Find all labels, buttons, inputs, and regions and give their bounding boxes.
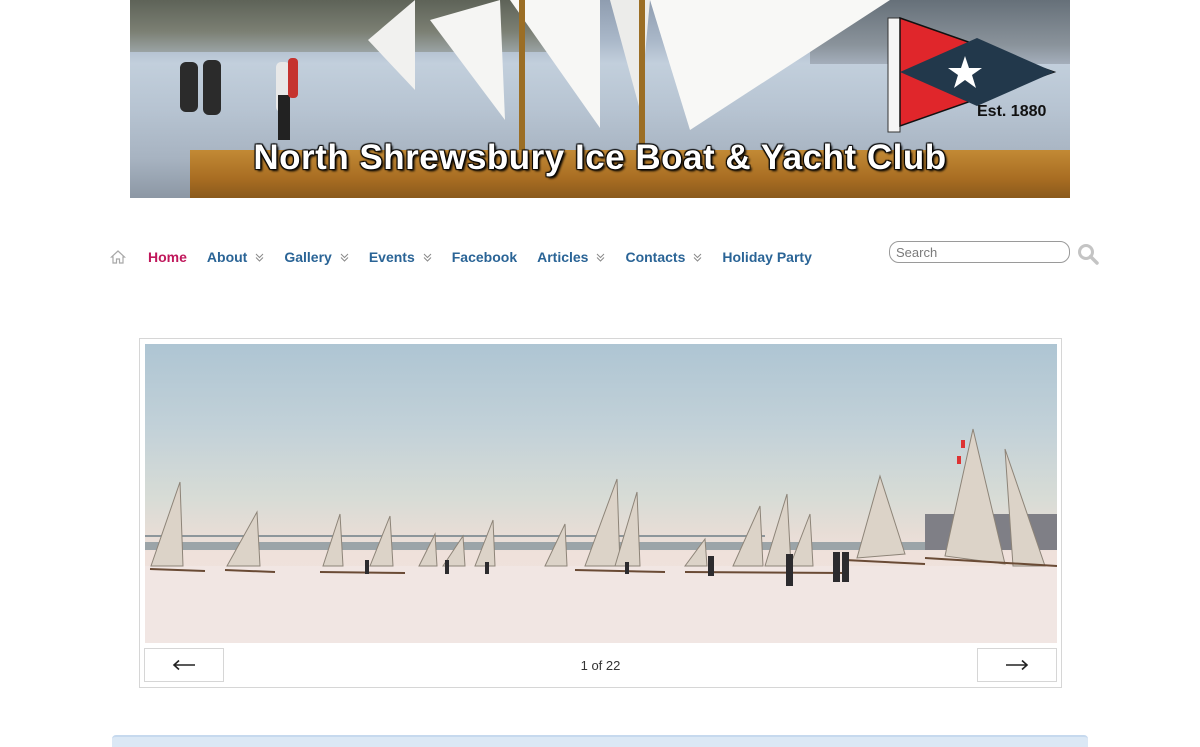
nav-item-label: Events — [368, 249, 415, 265]
slide-counter: 1 of 22 — [580, 658, 621, 673]
nav-item-articles[interactable]: Articles — [537, 249, 605, 265]
nav-item-facebook[interactable]: Facebook — [452, 249, 517, 265]
double-chevron-down-icon — [423, 253, 432, 262]
main-nav: Home About Gallery Events Facebook Artic… — [110, 242, 832, 272]
header-banner: North Shrewsbury Ice Boat & Yacht Club E… — [130, 0, 1070, 198]
nav-item-label: Facebook — [451, 249, 518, 265]
double-chevron-down-icon — [255, 253, 264, 262]
next-slide-button[interactable] — [977, 648, 1057, 682]
nav-item-label: Contacts — [625, 249, 686, 265]
nav-item-label: Gallery — [284, 249, 332, 265]
nav-item-holiday-party[interactable]: Holiday Party — [722, 249, 811, 265]
nav-item-contacts[interactable]: Contacts — [625, 249, 702, 265]
nav-item-label: Holiday Party — [722, 249, 812, 265]
search-input[interactable] — [889, 241, 1070, 263]
nav-item-label: Articles — [537, 249, 589, 265]
search-icon[interactable] — [1077, 243, 1099, 265]
iceboat-regatta-photo — [145, 428, 1057, 643]
home-icon[interactable] — [110, 249, 126, 265]
nav-item-home[interactable]: Home — [148, 249, 187, 265]
nav-item-about[interactable]: About — [207, 249, 264, 265]
nav-item-label: Home — [148, 249, 187, 265]
right-arrow-icon — [1006, 659, 1029, 671]
photo-slideshow: 1 of 22 — [139, 338, 1062, 688]
nav-item-events[interactable]: Events — [369, 249, 432, 265]
slide-image — [145, 344, 1057, 643]
double-chevron-down-icon — [340, 253, 349, 262]
established-label: Est. 1880 — [977, 103, 1047, 120]
content-panel-top — [112, 735, 1088, 747]
nav-item-gallery[interactable]: Gallery — [284, 249, 349, 265]
double-chevron-down-icon — [694, 253, 702, 262]
nav-item-label: About — [206, 249, 248, 265]
double-chevron-down-icon — [597, 253, 605, 262]
site-title: North Shrewsbury Ice Boat & Yacht Club — [253, 138, 947, 177]
